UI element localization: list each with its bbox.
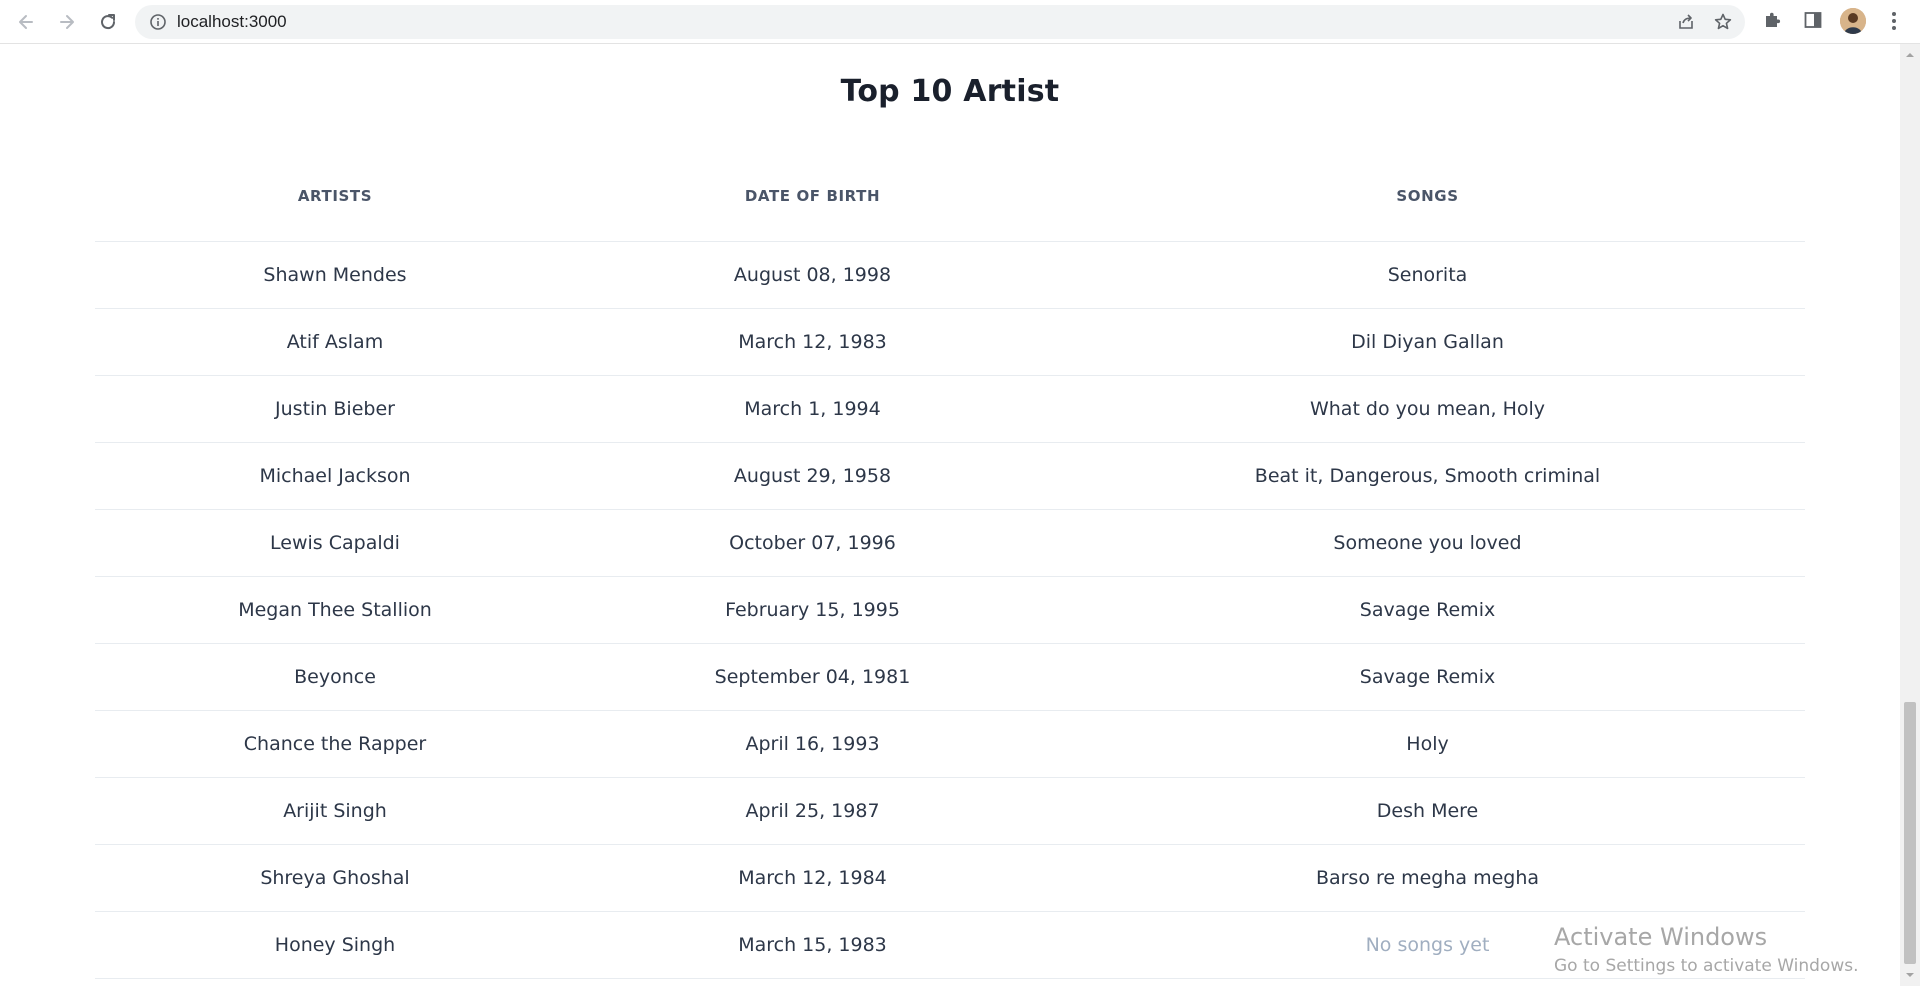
artist-cell: Shawn Mendes <box>95 240 575 308</box>
watermark-subtitle: Go to Settings to activate Windows. <box>1554 956 1859 976</box>
table-row: Honey Singh March 15, 1983 No songs yet <box>95 910 1805 979</box>
back-button[interactable] <box>12 8 40 36</box>
songs-cell: Savage Remix <box>1050 642 1805 710</box>
table-row: Justin Bieber March 1, 1994 What do you … <box>95 374 1805 442</box>
songs-cell: Desh Mere <box>1050 776 1805 844</box>
scrollbar-thumb[interactable] <box>1904 702 1916 964</box>
header-date-of-birth: DATE OF BIRTH <box>744 186 881 205</box>
dob-cell: August 29, 1958 <box>575 441 1050 509</box>
dob-cell: March 15, 1983 <box>575 910 1050 979</box>
table-row: Megan Thee Stallion February 15, 1995 Sa… <box>95 575 1805 643</box>
url-text[interactable]: localhost:3000 <box>177 13 287 31</box>
back-arrow-icon <box>19 15 33 29</box>
table-row: Beyonce September 04, 1981 Savage Remix <box>95 642 1805 710</box>
forward-button[interactable] <box>53 8 81 36</box>
table-row: Atif Aslam March 12, 1983 Dil Diyan Gall… <box>95 307 1805 375</box>
scroll-down-arrow-icon[interactable] <box>1905 970 1915 980</box>
artist-cell: Honey Singh <box>95 910 575 979</box>
dob-cell: March 12, 1983 <box>575 307 1050 375</box>
side-panel-icon[interactable] <box>1803 10 1823 30</box>
star-icon[interactable] <box>1713 12 1733 32</box>
artist-cell: Megan Thee Stallion <box>95 575 575 643</box>
avatar-image <box>1840 8 1866 34</box>
table-row: Michael Jackson August 29, 1958 Beat it,… <box>95 441 1805 509</box>
artist-cell: Atif Aslam <box>95 307 575 375</box>
table-header-row: ARTISTS DATE OF BIRTH SONGS <box>95 151 1805 241</box>
table-row: Arijit Singh April 25, 1987 Desh Mere <box>95 776 1805 844</box>
table-row: Shreya Ghoshal March 12, 1984 Barso re m… <box>95 843 1805 911</box>
activate-windows-watermark: Activate Windows Go to Settings to activ… <box>1554 922 1859 978</box>
vertical-scrollbar[interactable] <box>1900 44 1920 986</box>
dob-cell: October 07, 1996 <box>575 508 1050 576</box>
kebab-menu-icon[interactable] <box>1886 10 1902 32</box>
info-icon[interactable] <box>149 13 167 31</box>
artist-cell: Arijit Singh <box>95 776 575 844</box>
share-icon[interactable] <box>1677 13 1695 31</box>
songs-cell: Someone you loved <box>1050 508 1805 576</box>
table-row: Chance the Rapper April 16, 1993 Holy <box>95 709 1805 777</box>
artist-cell: Justin Bieber <box>95 374 575 442</box>
page-title: Top 10 Artist <box>840 74 1060 109</box>
artist-cell: Beyonce <box>95 642 575 710</box>
artist-cell: Lewis Capaldi <box>95 508 575 576</box>
artist-cell: Shreya Ghoshal <box>95 843 575 911</box>
songs-cell: Holy <box>1050 709 1805 777</box>
table-row: Lewis Capaldi October 07, 1996 Someone y… <box>95 508 1805 576</box>
dob-cell: September 04, 1981 <box>575 642 1050 710</box>
reload-button[interactable] <box>94 8 122 36</box>
songs-cell: Senorita <box>1050 240 1805 308</box>
page-content: Top 10 Artist ARTISTS DATE OF BIRTH SONG… <box>0 44 1900 986</box>
dob-cell: March 1, 1994 <box>575 374 1050 442</box>
watermark-title: Activate Windows <box>1554 923 1768 951</box>
header-songs: SONGS <box>1396 186 1459 205</box>
songs-cell: Beat it, Dangerous, Smooth criminal <box>1050 441 1805 509</box>
songs-cell: Dil Diyan Gallan <box>1050 307 1805 375</box>
artist-cell: Chance the Rapper <box>95 709 575 777</box>
songs-cell: What do you mean, Holy <box>1050 374 1805 442</box>
scroll-up-arrow-icon[interactable] <box>1905 50 1915 60</box>
puzzle-icon[interactable] <box>1762 10 1782 30</box>
artists-table: ARTISTS DATE OF BIRTH SONGS Shawn Mendes… <box>95 151 1805 979</box>
profile-avatar[interactable] <box>1840 8 1866 34</box>
address-bar[interactable]: localhost:3000 <box>135 5 1745 39</box>
dob-cell: August 08, 1998 <box>575 240 1050 308</box>
artist-cell: Michael Jackson <box>95 441 575 509</box>
forward-arrow-icon <box>60 15 74 29</box>
reload-icon <box>101 14 116 30</box>
dob-cell: April 25, 1987 <box>575 776 1050 844</box>
dob-cell: April 16, 1993 <box>575 709 1050 777</box>
songs-cell: Barso re megha megha <box>1050 843 1805 911</box>
browser-toolbar: localhost:3000 <box>0 0 1920 44</box>
dob-cell: February 15, 1995 <box>575 575 1050 643</box>
dob-cell: March 12, 1984 <box>575 843 1050 911</box>
table-row: Shawn Mendes August 08, 1998 Senorita <box>95 240 1805 308</box>
header-artists: ARTISTS <box>297 186 373 205</box>
songs-cell: Savage Remix <box>1050 575 1805 643</box>
